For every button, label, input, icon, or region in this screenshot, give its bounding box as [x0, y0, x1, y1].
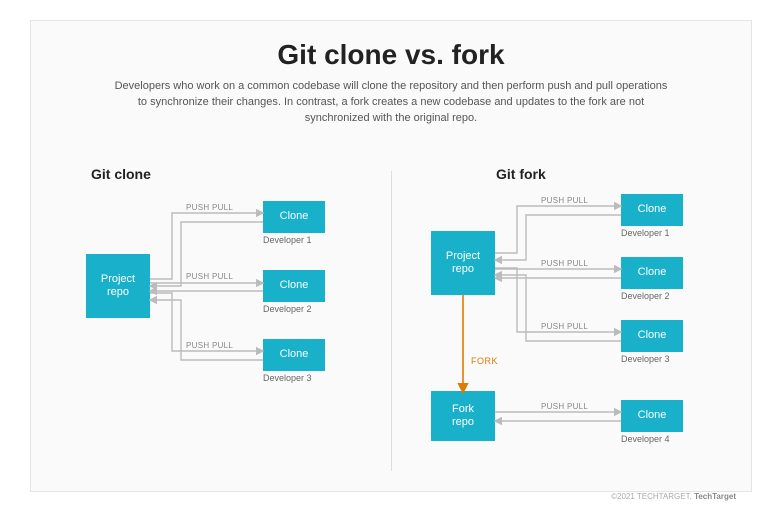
- right-fork-edge-label: FORK: [471, 356, 498, 366]
- right-edge-label-4: PUSH PULL: [541, 402, 588, 411]
- right-edge-label-3: PUSH PULL: [541, 322, 588, 331]
- right-fork-repo: Forkrepo: [431, 391, 495, 441]
- right-clone-2: Clone: [621, 257, 683, 289]
- left-edge-label-2: PUSH PULL: [186, 272, 233, 281]
- left-project-repo: Projectrepo: [86, 254, 150, 318]
- left-clone-3: Clone: [263, 339, 325, 371]
- right-dev-1: Developer 1: [621, 228, 670, 238]
- left-edge-label-3: PUSH PULL: [186, 341, 233, 350]
- left-edge-label-1: PUSH PULL: [186, 203, 233, 212]
- copyright-text: ©2021 TECHTARGET,: [611, 492, 694, 501]
- page-title: Git clone vs. fork: [31, 39, 751, 71]
- page-subtitle: Developers who work on a common codebase…: [111, 79, 671, 127]
- right-edge-label-2: PUSH PULL: [541, 259, 588, 268]
- section-label-clone: Git clone: [91, 166, 151, 182]
- left-dev-1: Developer 1: [263, 235, 312, 245]
- left-dev-3: Developer 3: [263, 373, 312, 383]
- copyright: ©2021 TECHTARGET, TechTarget: [611, 492, 736, 501]
- vertical-separator: [391, 171, 392, 471]
- right-clone-1: Clone: [621, 194, 683, 226]
- right-project-repo: Projectrepo: [431, 231, 495, 295]
- section-label-fork: Git fork: [496, 166, 546, 182]
- left-clone-2: Clone: [263, 270, 325, 302]
- right-dev-4: Developer 4: [621, 434, 670, 444]
- right-dev-2: Developer 2: [621, 291, 670, 301]
- diagram-frame: Git clone vs. fork Developers who work o…: [30, 20, 752, 492]
- left-clone-1: Clone: [263, 201, 325, 233]
- right-clone-4: Clone: [621, 400, 683, 432]
- copyright-brand: TechTarget: [694, 492, 736, 501]
- right-dev-3: Developer 3: [621, 354, 670, 364]
- right-clone-3: Clone: [621, 320, 683, 352]
- right-edge-label-1: PUSH PULL: [541, 196, 588, 205]
- left-dev-2: Developer 2: [263, 304, 312, 314]
